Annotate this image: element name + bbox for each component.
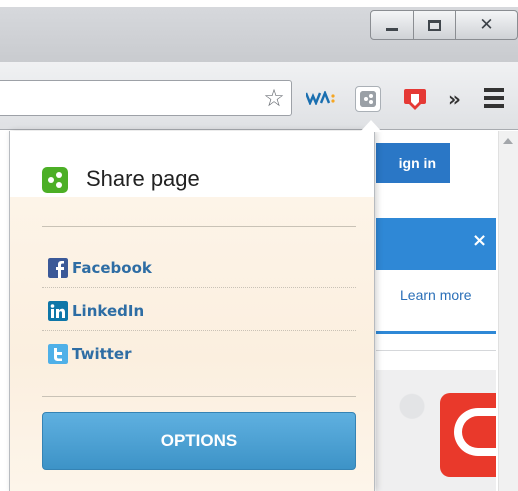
window-top-edge [0, 0, 518, 7]
sign-in-button[interactable]: ign in [376, 143, 450, 183]
page-divider [376, 350, 496, 351]
share-linkedin-label: LinkedIn [72, 302, 145, 320]
maximize-button[interactable] [414, 10, 456, 40]
row-separator [42, 330, 356, 331]
facebook-icon [48, 258, 68, 278]
minimize-button[interactable] [370, 10, 414, 40]
linkedin-icon [48, 301, 68, 321]
app-logo-mark [454, 408, 496, 456]
popup-divider-top [42, 226, 356, 227]
download-extension-icon[interactable] [402, 86, 428, 112]
address-bar[interactable] [0, 80, 292, 116]
page-scrollbar[interactable] [498, 131, 518, 491]
twitter-icon [48, 344, 68, 364]
popup-divider-bottom [42, 396, 356, 397]
popup-title: Share page [86, 166, 200, 191]
share-linkedin-link[interactable]: LinkedIn [48, 299, 144, 323]
options-button[interactable]: OPTIONS [42, 412, 356, 470]
share-facebook-link[interactable]: Facebook [48, 256, 152, 280]
learn-more-underline [376, 331, 496, 334]
wa-extension-icon[interactable] [306, 91, 336, 105]
share-extension-icon [360, 91, 376, 107]
extensions-overflow-icon[interactable]: » [448, 86, 470, 112]
close-button[interactable]: ✕ [456, 10, 518, 40]
share-extension-button[interactable] [355, 86, 381, 112]
share-facebook-label: Facebook [72, 259, 152, 277]
maximize-icon [428, 19, 441, 31]
window-controls: ✕ [370, 10, 518, 40]
popup-pointer [360, 120, 382, 132]
star-icon[interactable]: ☆ [260, 84, 288, 112]
close-icon: ✕ [479, 14, 494, 35]
scroll-up-arrow-icon[interactable] [503, 138, 513, 144]
share-logo-icon [42, 167, 68, 193]
share-twitter-link[interactable]: Twitter [48, 342, 132, 366]
learn-more-link[interactable]: Learn more [400, 287, 472, 303]
hamburger-menu-icon[interactable] [484, 88, 506, 110]
banner-close-icon[interactable]: × [472, 230, 487, 251]
share-twitter-label: Twitter [72, 345, 132, 363]
minimize-icon [386, 27, 398, 31]
row-separator [42, 287, 356, 288]
